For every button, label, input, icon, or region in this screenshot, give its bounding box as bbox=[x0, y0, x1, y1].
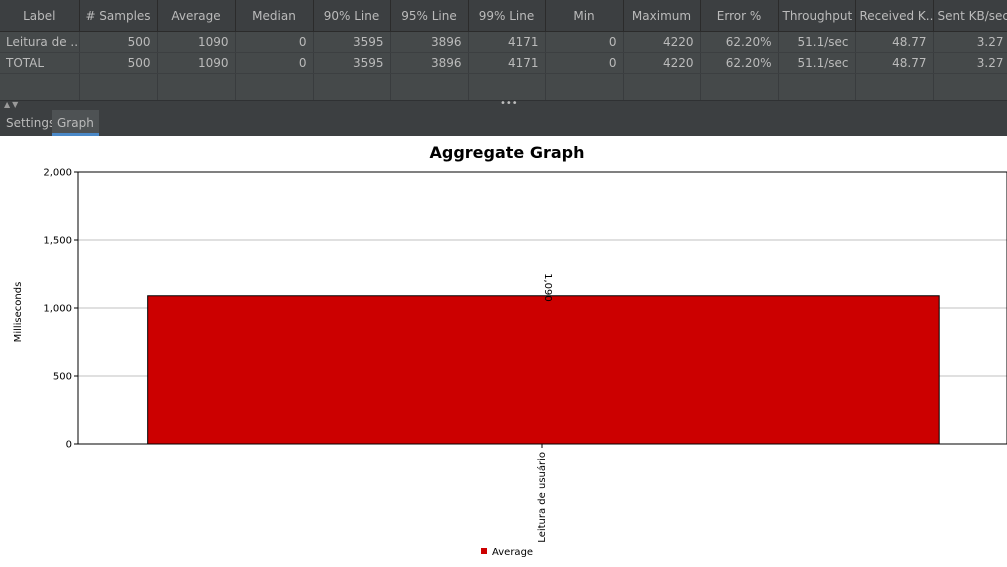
table-cell: Leitura de ... bbox=[0, 31, 80, 53]
table-cell: 3.27 bbox=[933, 52, 1007, 74]
y-tick-label: 2,000 bbox=[43, 168, 72, 179]
table-cell: 62.20% bbox=[700, 31, 779, 53]
table-cell: TOTAL bbox=[0, 52, 80, 74]
y-axis-ticks: 0 500 1,000 1,500 2,000 bbox=[43, 168, 78, 451]
table-cell: 48.77 bbox=[855, 52, 934, 74]
table-cell: 500 bbox=[79, 31, 158, 53]
table-cell: 1090 bbox=[157, 52, 236, 74]
column-header-error[interactable]: Error % bbox=[700, 0, 779, 32]
table-cell: 0 bbox=[545, 31, 624, 53]
column-header-90-line[interactable]: 90% Line bbox=[313, 0, 391, 32]
table-cell: 500 bbox=[79, 52, 158, 74]
tab-bar: Settings Graph bbox=[0, 110, 1007, 136]
column-header-99-line[interactable]: 99% Line bbox=[468, 0, 546, 32]
table-cell: 3.27 bbox=[933, 31, 1007, 53]
bars: 1,090 bbox=[147, 273, 940, 445]
tab-graph[interactable]: Graph bbox=[52, 110, 99, 136]
x-axis-ticks: Leitura de usuário bbox=[536, 444, 548, 543]
table-cell: 0 bbox=[545, 52, 624, 74]
table-cell: 0 bbox=[235, 31, 314, 53]
column-header-label[interactable]: Label bbox=[0, 0, 80, 32]
y-tick-label: 1,500 bbox=[43, 236, 72, 247]
table-cell: 3896 bbox=[390, 52, 469, 74]
table-header-row: Label # Samples Average Median 90% Line … bbox=[0, 0, 1007, 32]
column-header-received[interactable]: Received K... bbox=[855, 0, 934, 32]
legend: Average bbox=[481, 547, 533, 558]
table-cell: 4171 bbox=[468, 31, 546, 53]
bar bbox=[147, 295, 940, 445]
aggregate-graph-chart: Aggregate Graph 1,090 0 500 1,000 1,500 2,00… bbox=[13, 143, 1007, 558]
column-header-sent[interactable]: Sent KB/sec bbox=[933, 0, 1007, 32]
bar-value-label: 1,090 bbox=[542, 273, 553, 302]
column-header-min[interactable]: Min bbox=[545, 0, 624, 32]
table-cell: 3595 bbox=[313, 52, 391, 74]
table-row[interactable]: TOTAL 500 1090 0 3595 3896 4171 0 4220 6… bbox=[0, 52, 1007, 74]
table-cell: 3595 bbox=[313, 31, 391, 53]
column-header-samples[interactable]: # Samples bbox=[79, 0, 158, 32]
table-cell: 4220 bbox=[623, 52, 701, 74]
collapse-arrows-icon[interactable]: ▲▼ bbox=[4, 100, 20, 109]
table-cell: 1090 bbox=[157, 31, 236, 53]
table-cell: 62.20% bbox=[700, 52, 779, 74]
y-tick-label: 0 bbox=[66, 440, 72, 451]
table-cell: 51.1/sec bbox=[778, 52, 856, 74]
y-tick-label: 500 bbox=[53, 372, 72, 383]
chart-title: Aggregate Graph bbox=[429, 143, 584, 162]
aggregate-report-table: Label # Samples Average Median 90% Line … bbox=[0, 0, 1007, 105]
column-header-throughput[interactable]: Throughput bbox=[778, 0, 856, 32]
aggregate-graph-panel: Aggregate Graph 1,090 0 500 1,000 1,500 2,00… bbox=[0, 136, 1007, 567]
split-pane-divider[interactable]: ▲▼ ••• bbox=[0, 98, 1007, 110]
table-cell: 48.77 bbox=[855, 31, 934, 53]
column-header-maximum[interactable]: Maximum bbox=[623, 0, 701, 32]
x-tick-label: Leitura de usuário bbox=[536, 452, 548, 543]
legend-swatch bbox=[481, 548, 487, 554]
table-cell: 3896 bbox=[390, 31, 469, 53]
column-header-average[interactable]: Average bbox=[157, 0, 236, 32]
table-cell: 0 bbox=[235, 52, 314, 74]
legend-label: Average bbox=[492, 547, 533, 558]
table-row[interactable]: Leitura de ... 500 1090 0 3595 3896 4171… bbox=[0, 31, 1007, 53]
table-cell: 4220 bbox=[623, 31, 701, 53]
y-axis-label: Milliseconds bbox=[13, 282, 24, 343]
y-tick-label: 1,000 bbox=[43, 304, 72, 315]
aggregate-report-table-panel: Label # Samples Average Median 90% Line … bbox=[0, 0, 1007, 105]
column-header-95-line[interactable]: 95% Line bbox=[390, 0, 469, 32]
column-header-median[interactable]: Median bbox=[235, 0, 314, 32]
table-cell: 4171 bbox=[468, 52, 546, 74]
table-cell: 51.1/sec bbox=[778, 31, 856, 53]
drag-handle-icon[interactable]: ••• bbox=[500, 98, 518, 109]
